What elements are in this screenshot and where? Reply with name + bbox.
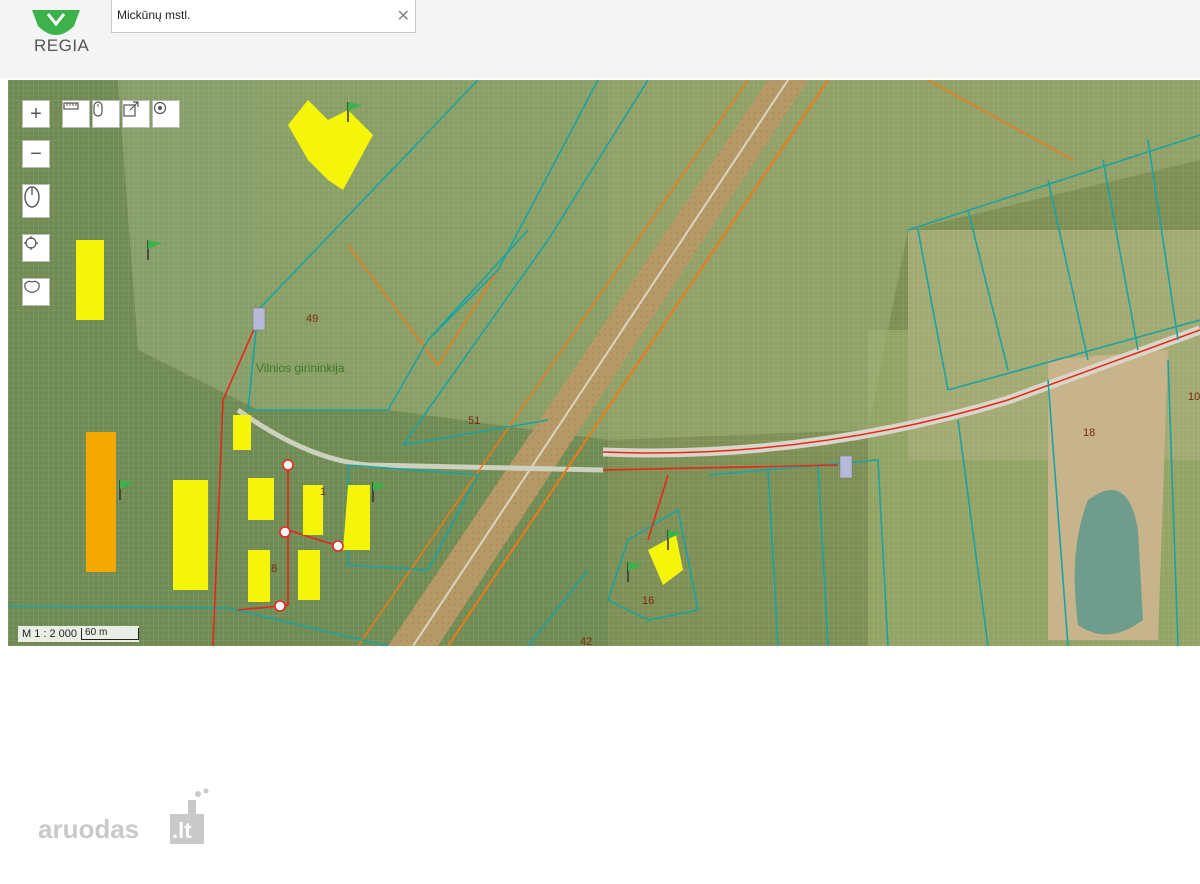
ruler-icon[interactable] xyxy=(62,100,90,128)
location-pin-icon[interactable] xyxy=(152,100,180,128)
crosshair-icon[interactable] xyxy=(22,234,50,262)
map-canvas[interactable]: 49 Vilnios girininkija 51 16 18 10 1 42 … xyxy=(8,80,1200,646)
building-orange xyxy=(86,432,116,572)
map-view[interactable]: 49 Vilnios girininkija 51 16 18 10 1 42 … xyxy=(8,80,1200,646)
label-forestry: Vilnios girininkija xyxy=(256,361,345,375)
mouse-icon[interactable] xyxy=(92,100,120,128)
watermark-tld: .lt xyxy=(172,818,192,843)
label-51: 51 xyxy=(468,415,480,427)
zoom-out-label: − xyxy=(30,142,42,165)
scale-ratio: M 1 : 2 000 xyxy=(22,628,78,640)
logo-text: REGIA xyxy=(34,36,90,55)
zoom-in-label: + xyxy=(30,102,42,125)
watermark-text: aruodas xyxy=(38,814,139,844)
scale-indicator: M 1 : 2 000 60 m xyxy=(18,626,140,642)
search-box[interactable]: Mickūnų mstl. ✕ xyxy=(111,0,416,33)
label-49: 49 xyxy=(306,313,318,325)
close-icon[interactable]: ✕ xyxy=(397,6,410,26)
aruodas-watermark: aruodas .lt xyxy=(38,786,218,846)
label-1: 1 xyxy=(320,486,326,498)
country-outline-icon[interactable] xyxy=(22,278,50,306)
label-42: 42 xyxy=(580,636,592,646)
label-10: 10 xyxy=(1188,391,1200,403)
export-icon[interactable] xyxy=(122,100,150,128)
lake xyxy=(1074,490,1143,635)
top-bar: REGIA Mickūnų mstl. ✕ xyxy=(0,0,1200,78)
zoom-out-button[interactable]: − xyxy=(22,140,50,168)
compass-icon[interactable] xyxy=(22,184,50,218)
aruodas-logo-icon: aruodas .lt xyxy=(38,788,209,844)
zoom-in-button[interactable]: + xyxy=(22,100,50,128)
search-input[interactable]: Mickūnų mstl. xyxy=(117,8,190,22)
label-16: 16 xyxy=(642,595,654,607)
label-18: 18 xyxy=(1083,427,1095,439)
label-8: 8 xyxy=(271,563,277,575)
scale-bar: 60 m xyxy=(81,628,140,640)
